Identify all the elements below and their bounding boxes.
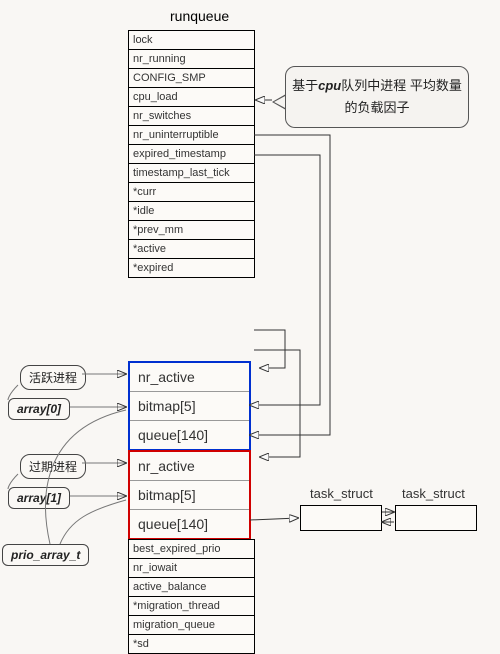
field-timestamp-last-tick: timestamp_last_tick xyxy=(129,164,254,183)
field-nr-uninterruptible: nr_uninterruptible xyxy=(129,126,254,145)
label-array1: array[1] xyxy=(8,487,70,509)
field-curr: *curr xyxy=(129,183,254,202)
field-nr-running: nr_running xyxy=(129,50,254,69)
field-migration-queue: migration_queue xyxy=(129,616,254,635)
label-task-struct-1: task_struct xyxy=(310,486,373,501)
tooltip-text1: 基于 xyxy=(292,78,318,93)
label-expired-process: 过期进程 xyxy=(20,454,86,479)
field-active-balance: active_balance xyxy=(129,578,254,597)
field-nr-iowait: nr_iowait xyxy=(129,559,254,578)
task-struct-box-1 xyxy=(300,505,382,531)
label-array0: array[0] xyxy=(8,398,70,420)
label-prio-array-t: prio_array_t xyxy=(2,544,89,566)
label-active-process: 活跃进程 xyxy=(20,365,86,390)
field-best-expired-prio: best_expired_prio xyxy=(129,540,254,559)
field-expired-timestamp: expired_timestamp xyxy=(129,145,254,164)
runqueue-struct-upper: lock nr_running CONFIG_SMP cpu_load nr_s… xyxy=(128,30,255,278)
array1-queue: queue[140] xyxy=(130,510,249,538)
field-migration-thread: *migration_thread xyxy=(129,597,254,616)
array1-nr-active: nr_active xyxy=(130,452,249,481)
tooltip-text2: 队列中进程 平均数量的负载因子 xyxy=(341,78,462,115)
field-cpu-load: cpu_load xyxy=(129,88,254,107)
runqueue-struct-lower: best_expired_prio nr_iowait active_balan… xyxy=(128,539,255,654)
array0-box: nr_active bitmap[5] queue[140] xyxy=(128,361,251,451)
task-struct-box-2 xyxy=(395,505,477,531)
field-expired: *expired xyxy=(129,259,254,277)
array0-bitmap: bitmap[5] xyxy=(130,392,249,421)
field-active: *active xyxy=(129,240,254,259)
field-config-smp: CONFIG_SMP xyxy=(129,69,254,88)
tooltip-cpu-load: 基于cpu队列中进程 平均数量的负载因子 xyxy=(285,66,469,128)
tooltip-bold-cpu: cpu xyxy=(318,78,341,93)
field-idle: *idle xyxy=(129,202,254,221)
array1-bitmap: bitmap[5] xyxy=(130,481,249,510)
field-lock: lock xyxy=(129,31,254,50)
label-task-struct-2: task_struct xyxy=(402,486,465,501)
diagram-title: runqueue xyxy=(170,8,229,24)
array0-queue: queue[140] xyxy=(130,421,249,449)
array0-nr-active: nr_active xyxy=(130,363,249,392)
array1-box: nr_active bitmap[5] queue[140] xyxy=(128,450,251,540)
field-prev-mm: *prev_mm xyxy=(129,221,254,240)
field-nr-switches: nr_switches xyxy=(129,107,254,126)
